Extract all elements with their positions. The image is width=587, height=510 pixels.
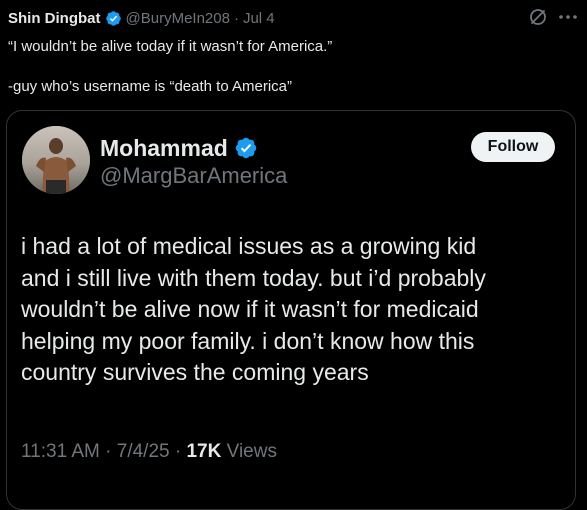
outer-author-name[interactable]: Shin Dingbat xyxy=(8,10,101,27)
outer-separator: · xyxy=(233,9,239,27)
quoted-tweet-meta: 11:31 AM · 7/4/25 · 17K Views xyxy=(21,441,277,463)
verified-badge-icon xyxy=(105,10,122,27)
quoted-author-handle[interactable]: @MargBarAmerica xyxy=(100,163,287,189)
quoted-tweet-date[interactable]: 7/4/25 xyxy=(117,441,170,462)
quoted-tweet-line: wouldn’t be alive now if it wasn’t for m… xyxy=(21,296,479,322)
outer-tweet-date[interactable]: Jul 4 xyxy=(243,10,275,27)
quoted-tweet-time[interactable]: 11:31 AM xyxy=(21,441,100,462)
quoted-author-name[interactable]: Mohammad xyxy=(100,135,228,162)
views-label: Views xyxy=(226,441,277,462)
quoted-tweet-line: and i still live with them today. but i’… xyxy=(21,264,486,291)
meta-separator: · xyxy=(105,441,112,462)
outer-tweet-header: Shin Dingbat @BuryMeIn208 · Jul 4 xyxy=(8,8,275,28)
follow-button[interactable]: Follow xyxy=(471,132,555,162)
views-count: 17K xyxy=(186,441,222,462)
quoted-tweet-line: helping my poor family. i don’t know how… xyxy=(21,327,475,354)
quoted-tweet-line: country survives the coming years xyxy=(21,359,369,385)
quoted-tweet-body: i had a lot of medical issues as a growi… xyxy=(21,231,569,389)
quoted-tweet-card[interactable]: Mohammad @MargBarAmerica Follow i had a … xyxy=(6,110,576,510)
outer-tweet-text-line-2: -guy who’s username is “death to America… xyxy=(8,78,293,95)
grok-icon[interactable] xyxy=(528,7,548,27)
avatar[interactable] xyxy=(22,126,90,194)
outer-author-handle[interactable]: @BuryMeIn208 xyxy=(126,10,230,27)
verified-badge-icon xyxy=(234,136,258,160)
more-horizontal-icon[interactable] xyxy=(557,7,579,27)
quoted-author-name-row: Mohammad xyxy=(100,133,258,163)
meta-separator: · xyxy=(174,441,182,462)
quoted-tweet-line: i had a lot of medical issues as a growi… xyxy=(21,233,477,259)
outer-tweet-text-line-1: “I wouldn’t be alive today if it wasn’t … xyxy=(8,38,333,55)
